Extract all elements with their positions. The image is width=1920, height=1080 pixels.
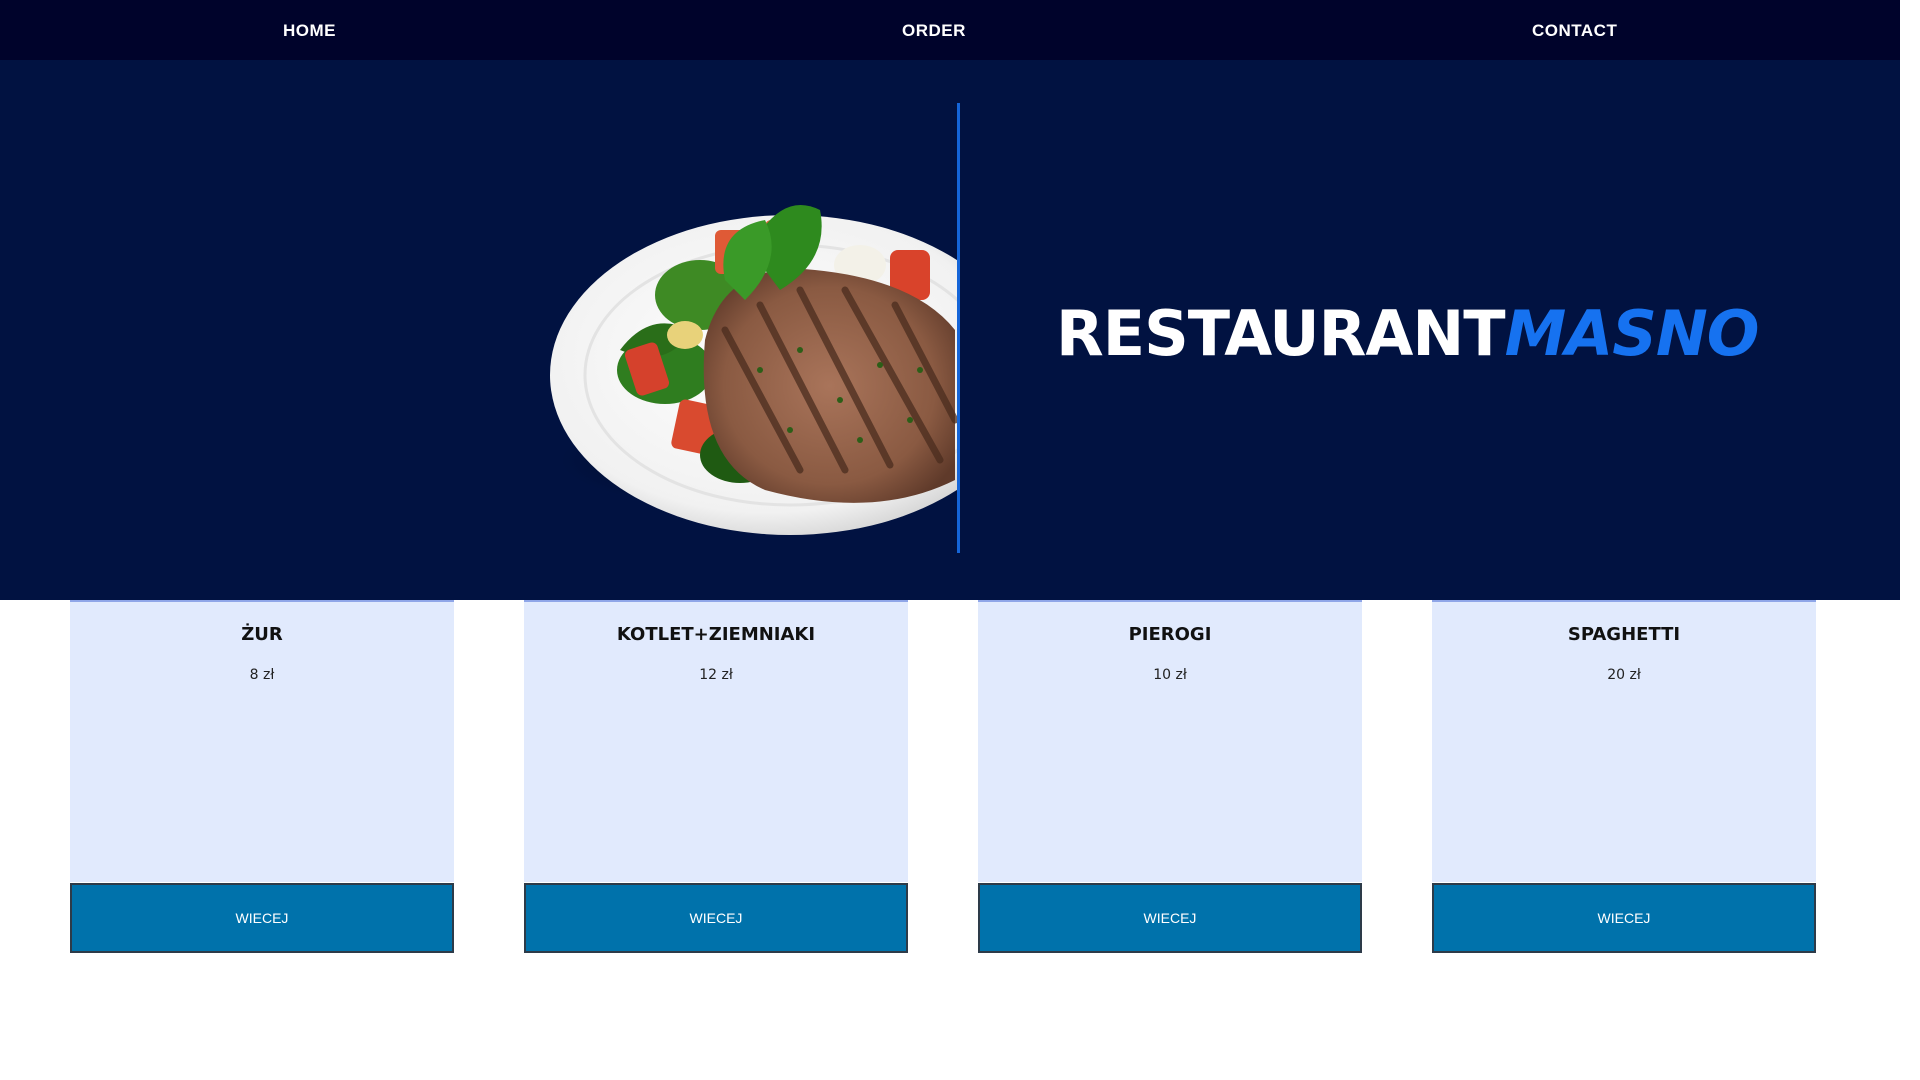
more-button[interactable]: WIECEJ xyxy=(978,883,1362,953)
top-nav: HOME ORDER CONTACT xyxy=(0,0,1900,60)
nav-home-link[interactable]: HOME xyxy=(283,0,336,60)
menu-item-price: 8 zł xyxy=(249,667,275,683)
hero-divider xyxy=(957,103,960,553)
menu-item-price: 12 zł xyxy=(699,667,733,683)
nav-order-link[interactable]: ORDER xyxy=(902,0,966,60)
menu-item-name: ŻUR xyxy=(241,624,283,645)
menu-card: ŻUR 8 zł WIECEJ xyxy=(70,600,454,953)
menu-item-name: SPAGHETTI xyxy=(1567,624,1681,645)
menu-item-price: 20 zł xyxy=(1607,667,1641,683)
scrollbar[interactable] xyxy=(1900,0,1920,1080)
hero-section: RESTAURANTMASNO xyxy=(0,60,1920,600)
more-button[interactable]: WIECEJ xyxy=(524,883,908,953)
page: HOME ORDER CONTACT RESTAURANTMASNO ŻUR 8… xyxy=(0,0,1920,1080)
hero-food-image xyxy=(500,140,957,540)
plate-illustration xyxy=(550,205,957,535)
brand-title-restaurant: RESTAURANT xyxy=(1056,296,1506,370)
brand-title: RESTAURANTMASNO xyxy=(1056,297,1759,370)
menu-item-name: KOTLET+ZIEMNIAKI xyxy=(616,624,816,645)
more-button[interactable]: WIECEJ xyxy=(70,883,454,953)
more-button[interactable]: WIECEJ xyxy=(1432,883,1816,953)
menu-card: PIEROGI 10 zł WIECEJ xyxy=(978,600,1362,953)
menu-item-price: 10 zł xyxy=(1153,667,1187,683)
nav-contact-link[interactable]: CONTACT xyxy=(1532,0,1617,60)
menu-card: KOTLET+ZIEMNIAKI 12 zł WIECEJ xyxy=(524,600,908,953)
brand-title-masno: MASNO xyxy=(1504,296,1760,370)
menu-card: SPAGHETTI 20 zł WIECEJ xyxy=(1432,600,1816,953)
menu-item-name: PIEROGI xyxy=(1128,624,1212,645)
